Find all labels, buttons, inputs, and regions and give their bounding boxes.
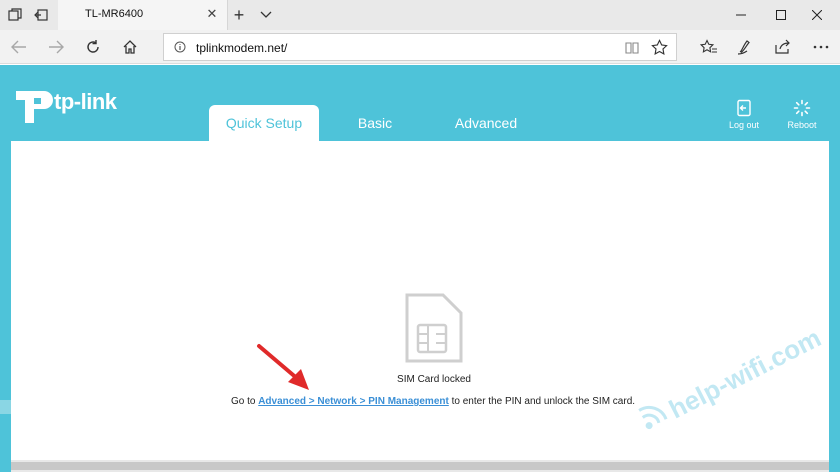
share-icon[interactable] [772,36,794,58]
tab-title: TL-MR6400 [85,8,144,20]
set-aside-tabs-icon[interactable] [33,7,49,23]
wifi-watermark-icon [638,405,668,430]
tp-link-logo: tp-link [10,83,130,127]
horizontal-scrollbar[interactable] [11,460,829,472]
tab-basic[interactable]: Basic [340,105,410,141]
browser-tab[interactable]: TL-MR6400 ✕ [58,0,228,30]
more-icon[interactable] [810,36,832,58]
scroll-indicator [0,400,11,414]
logout-label: Log out [728,120,760,130]
pen-icon[interactable] [735,36,757,58]
chevron-down-icon[interactable] [256,5,276,25]
annotation-arrow-icon [257,344,309,390]
close-icon[interactable]: ✕ [205,6,219,21]
brand-name: tp-link [54,89,117,114]
logout-button[interactable]: Log out [722,99,766,131]
back-arrow-icon[interactable] [8,36,30,58]
logout-icon [737,99,751,117]
home-icon[interactable] [119,36,141,58]
tp-link-logo-icon [16,91,53,123]
address-bar[interactable]: tplinkmodem.net/ [163,33,677,61]
watermark: help-wifi.com [638,322,826,430]
refresh-icon[interactable] [82,36,104,58]
browser-navbar: tplinkmodem.net/ [0,30,840,64]
tab-quick-setup[interactable]: Quick Setup [209,105,319,141]
info-icon[interactable] [174,41,186,53]
pin-management-link[interactable]: Advanced > Network > PIN Management [258,396,449,407]
instruction-suffix: to enter the PIN and unlock the SIM card… [451,396,636,407]
tab-actions-icon[interactable] [7,7,23,23]
favorites-icon[interactable] [698,36,720,58]
scrollbar-thumb[interactable] [11,462,829,470]
sim-card-icon [405,293,463,363]
reading-view-icon[interactable] [624,40,640,56]
url-text: tplinkmodem.net/ [196,41,288,55]
watermark-text: help-wifi.com [664,322,826,424]
reboot-button[interactable]: Reboot [780,99,824,131]
reboot-label: Reboot [787,120,817,130]
star-icon[interactable] [651,39,668,56]
browser-titlebar: TL-MR6400 ✕ + [0,0,840,30]
reboot-icon [793,99,811,117]
close-icon[interactable] [794,0,840,30]
tab-advanced[interactable]: Advanced [440,105,532,141]
instruction-prefix: Go to [230,396,256,407]
plus-icon[interactable]: + [229,5,249,25]
forward-arrow-icon[interactable] [45,36,67,58]
